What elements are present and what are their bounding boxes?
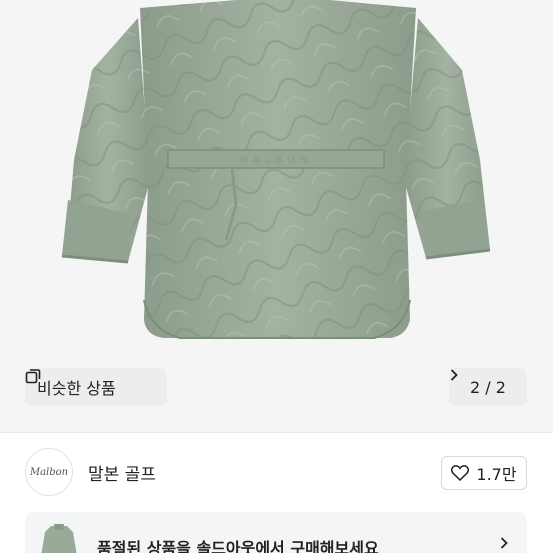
soldout-banner-text: 품절된 상품을 솔드아웃에서 구매해보세요 [97,539,379,553]
soldout-banner[interactable]: 품절된 상품을 솔드아웃에서 구매해보세요 [25,512,527,553]
image-pager-button[interactable]: 2 / 2 [449,368,527,406]
shop-info-row: Malbon 말본 골프 1.7만 [0,448,553,498]
shop-avatar-text: Malbon [29,466,69,478]
svg-text:MALBON: MALBON [239,155,312,166]
pager-text: 2 / 2 [470,377,506,397]
shop-name[interactable]: 말본 골프 [88,460,156,485]
copy-icon [25,369,41,384]
like-button[interactable]: 1.7만 [441,456,527,490]
chevron-right-icon [450,369,458,381]
like-count: 1.7만 [476,465,517,484]
shop-avatar[interactable]: Malbon [25,448,73,496]
similar-products-label: 비슷한 상품 [37,379,116,398]
product-image-carousel[interactable]: MALBON 비슷한 상품 2 / 2 [0,0,553,432]
similar-products-button[interactable]: 비슷한 상품 [25,368,167,406]
jacket-thumbnail [41,524,77,553]
chevron-right-icon [500,537,508,549]
divider [0,432,553,433]
heart-icon [451,465,470,481]
